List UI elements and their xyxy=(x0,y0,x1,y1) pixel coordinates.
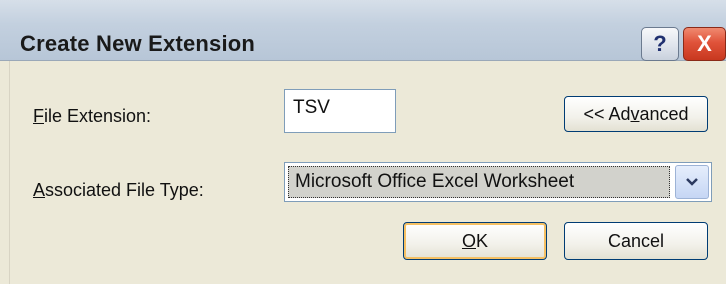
file-extension-label: File Extension: xyxy=(33,106,151,127)
associated-file-type-label-text: ssociated File Type: xyxy=(45,180,204,200)
dropdown-button[interactable] xyxy=(675,165,709,199)
help-button[interactable]: ? xyxy=(641,27,679,61)
selected-file-type[interactable]: Microsoft Office Excel Worksheet xyxy=(288,166,670,198)
advanced-mnemonic: v xyxy=(630,103,640,124)
chevron-down-icon xyxy=(686,178,698,186)
advanced-button[interactable]: << Ad v anced xyxy=(564,96,708,132)
cancel-label: Cancel xyxy=(607,230,665,251)
close-button[interactable]: X xyxy=(683,27,726,61)
file-extension-label-text: ile Extension: xyxy=(44,106,152,126)
dialog-title: Create New Extension xyxy=(20,31,256,56)
file-extension-input[interactable]: TSV xyxy=(284,89,396,133)
cancel-button[interactable]: Cancel xyxy=(564,222,708,260)
file-extension-mnemonic: F xyxy=(33,106,44,126)
associated-file-type-mnemonic: A xyxy=(33,180,46,200)
advanced-label-end: anced xyxy=(639,103,689,124)
advanced-label-start: << Ad xyxy=(583,103,631,124)
close-icon: X xyxy=(697,31,712,56)
ok-button[interactable]: OK xyxy=(403,222,547,260)
associated-file-type-label: Associated File Type: xyxy=(33,180,204,201)
create-new-extension-dialog: Create New Extension ? X File Extension:… xyxy=(0,0,726,284)
window-border xyxy=(0,61,10,284)
question-mark-icon: ? xyxy=(653,31,667,56)
ok-label: K xyxy=(476,230,489,251)
ok-mnemonic: O xyxy=(461,230,476,251)
associated-file-type-select[interactable]: Microsoft Office Excel Worksheet xyxy=(284,162,712,202)
title-bar[interactable]: Create New Extension ? X xyxy=(0,0,726,61)
